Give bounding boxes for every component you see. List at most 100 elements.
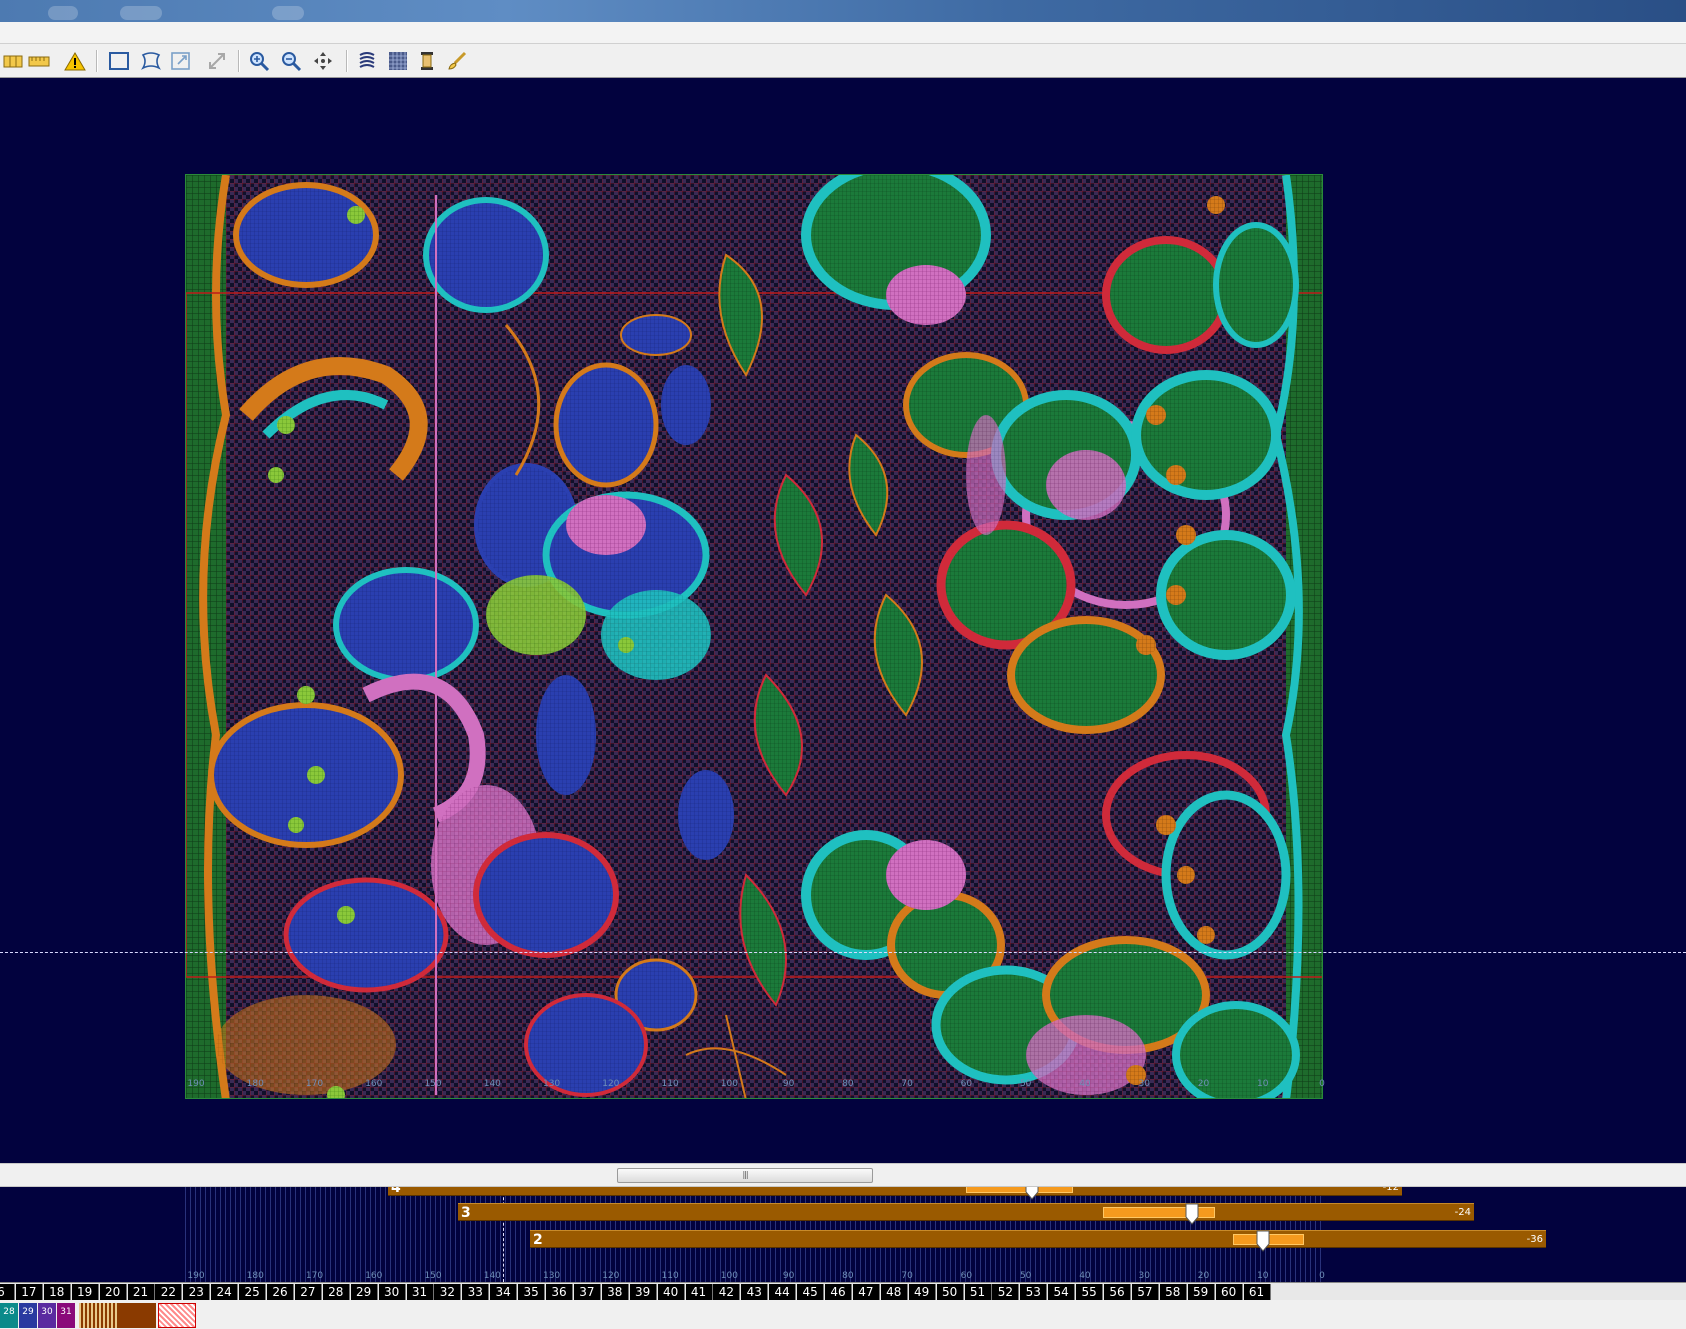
ruler-tick-label: 50 [1019, 1079, 1032, 1089]
ruler-tick-label: 110 [661, 1079, 679, 1089]
warning-icon[interactable] [62, 48, 88, 74]
bar-number-cell[interactable]: 47 [852, 1284, 880, 1300]
bar-number-cell[interactable]: 24 [211, 1284, 239, 1300]
ruler-tick-label: 80 [842, 1079, 854, 1089]
scrollbar-thumb[interactable]: ||| [617, 1168, 873, 1183]
bar-number-cell[interactable]: 41 [685, 1284, 713, 1300]
ruler-tick-label: 90 [782, 1271, 795, 1281]
app-window: 190 180 170 160 150 140 130 120 110 100 90 80 70 60 50… [0, 0, 1686, 1329]
ruler-tick-label: 190 [187, 1079, 205, 1089]
palette-swatch[interactable]: 30 [38, 1303, 56, 1328]
zoom-in-icon[interactable] [246, 48, 272, 74]
bar-number-cell[interactable]: 36 [546, 1284, 573, 1300]
zoom-out-icon[interactable] [278, 48, 304, 74]
columns-icon[interactable] [0, 48, 26, 74]
ruler-tick-label: 120 [602, 1079, 620, 1089]
bar-number-cell[interactable]: 60 [1215, 1284, 1243, 1300]
bar-number-cell[interactable]: 17 [15, 1284, 43, 1300]
bar-number-cell[interactable]: 43 [741, 1284, 769, 1300]
bar-number-cell[interactable]: 25 [239, 1284, 267, 1300]
brown-swatch[interactable] [117, 1303, 156, 1328]
bar-range[interactable] [966, 1187, 1074, 1193]
guide-bar-3[interactable]: 3 -24 [458, 1203, 1474, 1225]
bar-number-cell[interactable]: 23 [183, 1284, 211, 1300]
bar-number-cell[interactable]: 58 [1159, 1284, 1187, 1300]
bar-number-cell[interactable]: 32 [434, 1284, 462, 1300]
pattern-icon[interactable] [385, 48, 411, 74]
guide-bars-panel: 4 -12 3 -24 2 -36 [0, 1187, 1686, 1282]
bar-number-cell[interactable]: 59 [1187, 1284, 1215, 1300]
select-free-icon[interactable] [138, 48, 164, 74]
guide-bar-2[interactable]: 2 -36 [530, 1230, 1546, 1252]
ruler-tick-label: 140 [483, 1079, 501, 1089]
bar-number-cell[interactable]: 26 [267, 1284, 294, 1300]
horizontal-scrollbar[interactable]: ||| [0, 1163, 1686, 1187]
palette-swatch[interactable]: 29 [19, 1303, 37, 1328]
expand-icon[interactable] [204, 48, 230, 74]
design-canvas[interactable] [0, 78, 1686, 1163]
ruler-tick-label: 130 [542, 1271, 561, 1281]
bar-number-cell[interactable]: 52 [992, 1284, 1020, 1300]
bar-number-cell[interactable]: 37 [573, 1284, 601, 1300]
bar-number-cell[interactable]: 55 [1076, 1284, 1104, 1300]
bar-number-cell[interactable]: 53 [1020, 1284, 1048, 1300]
yarn-icon[interactable] [354, 48, 380, 74]
ruler-tick-label: 110 [661, 1271, 679, 1281]
bar-number-cell[interactable]: 42 [713, 1284, 741, 1300]
ruler-tick-label: 160 [365, 1271, 383, 1281]
brush-icon[interactable] [444, 48, 470, 74]
bar-number-cell[interactable]: 56 [1104, 1284, 1131, 1300]
pan-icon[interactable] [310, 48, 336, 74]
ruler-icon[interactable] [26, 48, 52, 74]
bar-number-cell[interactable]: 20 [99, 1284, 127, 1300]
bar-number-cell[interactable]: 27 [294, 1284, 322, 1300]
bar-number-cell[interactable]: 33 [462, 1284, 490, 1300]
bar-number-cell[interactable]: 40 [657, 1284, 685, 1300]
bar-number-cell[interactable]: 51 [964, 1284, 992, 1300]
bar-number-cell[interactable]: 61 [1243, 1284, 1271, 1300]
transform-icon[interactable] [168, 48, 194, 74]
bar-number-cell[interactable]: 35 [518, 1284, 546, 1300]
bar-number-cell[interactable]: 45 [797, 1284, 825, 1300]
bar-number-cell[interactable]: 46 [825, 1284, 852, 1300]
ruler-tick-label: 10 [1257, 1079, 1269, 1089]
bar-number-cell[interactable]: 34 [490, 1284, 518, 1300]
palette-swatch[interactable]: 31 [57, 1303, 75, 1328]
bar-number-cell[interactable]: 39 [629, 1284, 657, 1300]
ruler-tick-label: 0 [1319, 1079, 1325, 1089]
bar-number-cell[interactable]: 38 [601, 1284, 629, 1300]
ruler-tick-label: 0 [1319, 1271, 1325, 1281]
ruler-tick-label: 70 [901, 1079, 913, 1089]
bar-number-cell[interactable]: 22 [155, 1284, 183, 1300]
bar-number-cell[interactable]: 54 [1048, 1284, 1076, 1300]
lace-pattern-image[interactable] [185, 174, 1323, 1099]
ruler-top: 190 180 170 160 150 140 130 120 110 100 90 80 70 60 50… [0, 1079, 1686, 1091]
bar-number-cell[interactable]: 6 [0, 1284, 15, 1300]
bobbin-icon[interactable] [414, 48, 440, 74]
bar-handle[interactable] [1256, 1230, 1270, 1252]
bar-number-cell[interactable]: 30 [378, 1284, 406, 1300]
bar-number-cell[interactable]: 28 [322, 1284, 350, 1300]
ruler-tick-label: 20 [1197, 1079, 1210, 1089]
select-rect-icon[interactable] [106, 48, 132, 74]
scrollbar-grip-icon: ||| [742, 1170, 748, 1179]
bar-number-cell[interactable]: 44 [769, 1284, 797, 1300]
bar-number-cell[interactable]: 29 [350, 1284, 378, 1300]
horizontal-guide-line [0, 952, 1686, 953]
ruler-tick-label: 100 [720, 1271, 738, 1281]
stripe-swatch[interactable] [79, 1303, 117, 1328]
bar-number-cell[interactable]: 49 [908, 1284, 936, 1300]
bar-number-cell[interactable]: 31 [406, 1284, 434, 1300]
guide-bar-4[interactable]: 4 -12 [388, 1187, 1402, 1200]
ruler-tick-label: 100 [720, 1079, 738, 1089]
bar-number-cell[interactable]: 19 [71, 1284, 99, 1300]
bar-number-cell[interactable]: 48 [880, 1284, 908, 1300]
bar-handle[interactable] [1025, 1187, 1039, 1200]
palette-swatch[interactable]: 28 [0, 1303, 18, 1328]
bar-handle[interactable] [1185, 1203, 1199, 1225]
bar-number-cell[interactable]: 50 [936, 1284, 964, 1300]
pink-swatch[interactable] [158, 1303, 196, 1328]
bar-number-cell[interactable]: 57 [1131, 1284, 1159, 1300]
bar-number-cell[interactable]: 21 [127, 1284, 155, 1300]
bar-number-cell[interactable]: 18 [43, 1284, 71, 1300]
